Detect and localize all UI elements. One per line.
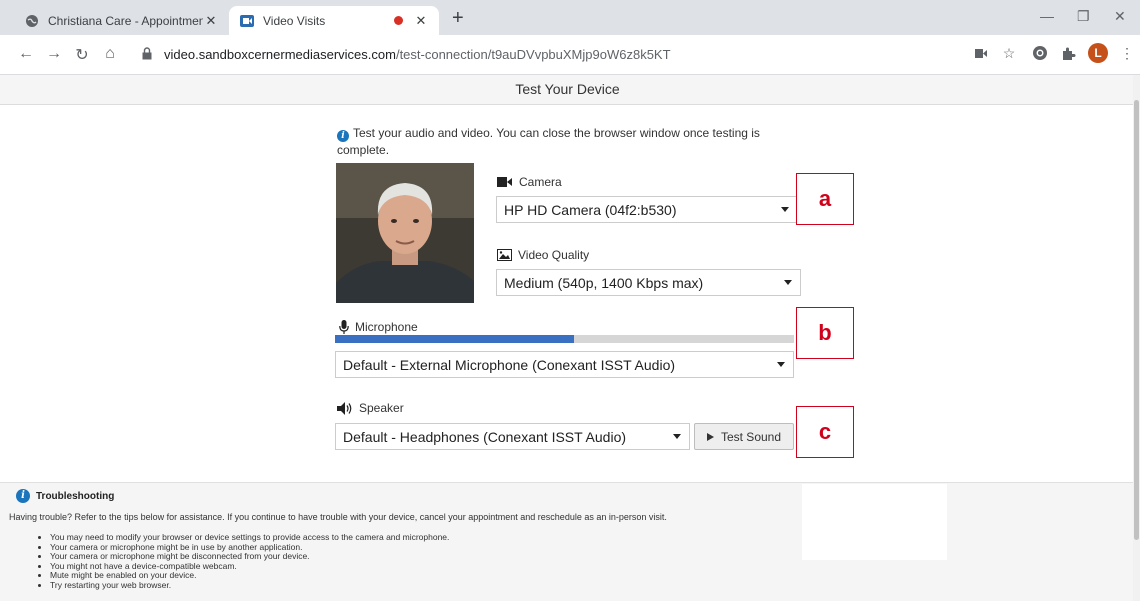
- chevron-down-icon: [673, 434, 681, 439]
- camera-label-text: Camera: [519, 175, 562, 189]
- camera-selected-value: HP HD Camera (04f2:b530): [504, 201, 677, 218]
- camera-in-use-icon[interactable]: [972, 44, 990, 62]
- troubleshooting-heading: i Troubleshooting: [16, 489, 114, 503]
- info-icon: i: [337, 130, 349, 142]
- bookmark-star-icon[interactable]: ☆: [1000, 44, 1018, 62]
- troubleshooting-tips: You may need to modify your browser or d…: [50, 532, 449, 591]
- camera-select[interactable]: HP HD Camera (04f2:b530): [496, 196, 798, 223]
- list-item: Try restarting your web browser.: [50, 580, 449, 591]
- extension-icon[interactable]: [1031, 44, 1049, 62]
- page-title: Test Your Device: [0, 75, 1135, 105]
- camera-label: Camera: [497, 175, 562, 189]
- tab-strip: Christiana Care - Appointments ✕ Video V…: [0, 0, 1140, 35]
- troubleshooting-panel: i Troubleshooting Having trouble? Refer …: [0, 482, 1133, 601]
- speaker-icon: [337, 401, 353, 415]
- chevron-down-icon: [781, 207, 789, 212]
- back-icon[interactable]: ←: [16, 45, 36, 63]
- window-close-icon[interactable]: ✕: [1114, 8, 1126, 25]
- scrollbar-thumb[interactable]: [1134, 100, 1139, 540]
- intro-text: Test your audio and video. You can close…: [337, 126, 760, 157]
- chevron-down-icon: [777, 362, 785, 367]
- video-quality-label: Video Quality: [497, 248, 589, 262]
- microphone-selected-value: Default - External Microphone (Conexant …: [343, 356, 676, 373]
- recording-indicator-icon: [394, 16, 403, 25]
- microphone-label-text: Microphone: [355, 320, 418, 334]
- video-visits-favicon-icon: [239, 13, 255, 29]
- test-sound-button[interactable]: Test Sound: [694, 423, 794, 450]
- globe-icon: [24, 13, 40, 29]
- troubleshooting-intro: Having trouble? Refer to the tips below …: [9, 512, 667, 522]
- lock-icon[interactable]: [142, 47, 154, 61]
- speaker-label: Speaker: [337, 401, 404, 415]
- url-path: /test-connection/t9auDVvpbuXMjp9oW6z8k5K…: [395, 46, 671, 62]
- image-icon: [497, 249, 512, 261]
- video-quality-selected-value: Medium (540p, 1400 Kbps max): [504, 274, 704, 291]
- speaker-select[interactable]: Default - Headphones (Conexant ISST Audi…: [335, 423, 690, 450]
- tab-appointments[interactable]: Christiana Care - Appointments ✕: [14, 6, 229, 35]
- video-quality-label-text: Video Quality: [518, 248, 590, 262]
- test-sound-label: Test Sound: [720, 429, 782, 444]
- microphone-level-fill: [335, 335, 574, 343]
- annotation-marker-a: a: [796, 173, 854, 225]
- speaker-label-text: Speaker: [359, 401, 404, 415]
- info-icon: i: [16, 489, 30, 503]
- url-host: video.sandboxcernermediaservices.com: [164, 46, 396, 62]
- restore-icon[interactable]: ❐: [1077, 8, 1090, 25]
- video-quality-select[interactable]: Medium (540p, 1400 Kbps max): [496, 269, 801, 296]
- tab-close-icon[interactable]: ✕: [413, 13, 429, 29]
- play-icon: [706, 432, 714, 441]
- tab-video-visits[interactable]: Video Visits ✕: [229, 6, 439, 35]
- annotation-marker-b: b: [796, 307, 854, 359]
- microphone-select[interactable]: Default - External Microphone (Conexant …: [335, 351, 794, 378]
- forward-icon[interactable]: →: [44, 45, 64, 63]
- video-camera-icon: [497, 177, 513, 187]
- tab-title: Christiana Care - Appointments: [48, 13, 203, 28]
- microphone-icon: [339, 320, 349, 334]
- microphone-level-meter: [335, 335, 794, 343]
- tab-close-icon[interactable]: ✕: [203, 13, 219, 29]
- minimize-icon[interactable]: —: [1040, 8, 1054, 24]
- intro-message: i Test your audio and video. You can clos…: [337, 125, 807, 158]
- extensions-puzzle-icon[interactable]: [1059, 44, 1077, 62]
- profile-avatar[interactable]: L: [1088, 43, 1108, 63]
- annotation-marker-c: c: [796, 406, 854, 458]
- chevron-down-icon: [784, 280, 792, 285]
- home-icon[interactable]: ⌂: [100, 45, 120, 63]
- troubleshooting-title: Troubleshooting: [36, 490, 115, 502]
- reload-icon[interactable]: ↻: [72, 45, 92, 65]
- address-bar[interactable]: video.sandboxcernermediaservices.com/tes…: [130, 39, 960, 69]
- tab-title: Video Visits: [263, 13, 326, 28]
- browser-toolbar: ← → ↻ ⌂ video.sandboxcernermediaservices…: [0, 35, 1140, 75]
- new-tab-button[interactable]: +: [452, 7, 464, 30]
- blank-overlay-panel: [802, 484, 947, 560]
- camera-preview: [336, 163, 474, 303]
- menu-kebab-icon[interactable]: ⋮: [1118, 44, 1136, 62]
- speaker-selected-value: Default - Headphones (Conexant ISST Audi…: [343, 428, 627, 445]
- microphone-label: Microphone: [339, 320, 418, 334]
